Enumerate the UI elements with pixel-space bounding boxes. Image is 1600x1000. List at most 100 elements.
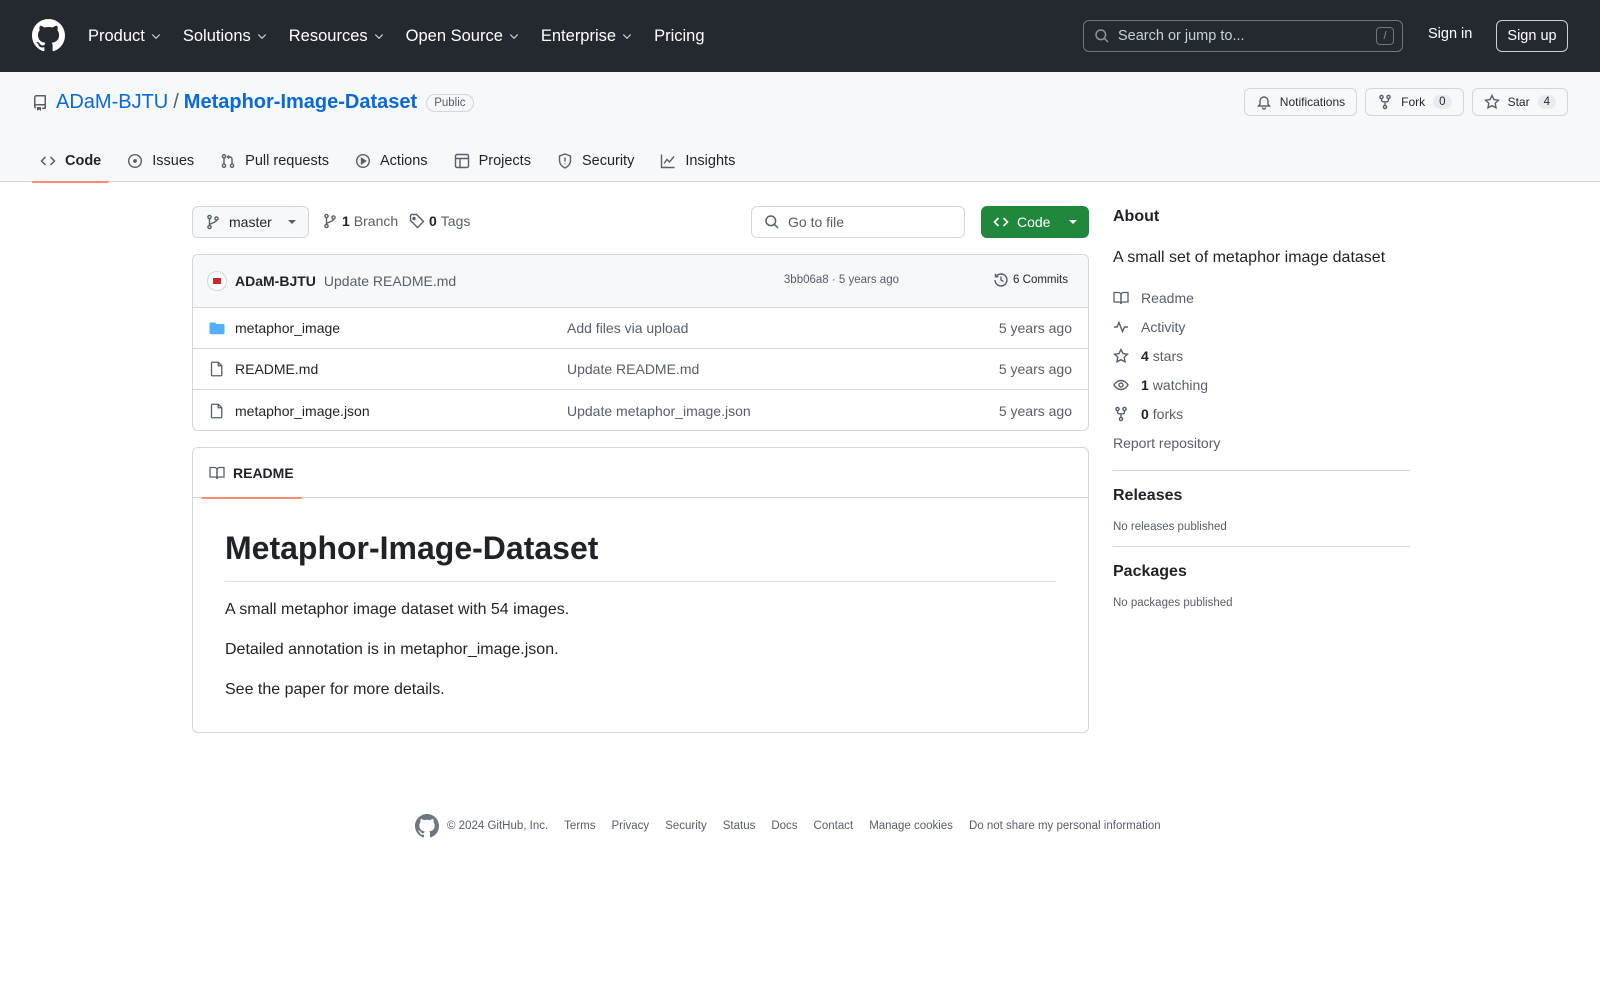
- watching-link[interactable]: 1 watching: [1113, 370, 1410, 399]
- repo-breadcrumb: ADaM-BJTU / Metaphor-Image-Dataset Publi…: [56, 91, 474, 114]
- github-logo-icon[interactable]: [415, 814, 439, 838]
- file-name-link[interactable]: metaphor_image.json: [235, 403, 567, 419]
- folder-icon: [209, 322, 225, 335]
- tab-insights[interactable]: Insights: [652, 140, 743, 182]
- fork-button[interactable]: Fork 0: [1365, 88, 1464, 116]
- nav-solutions[interactable]: Solutions: [183, 27, 268, 46]
- sign-up-button[interactable]: Sign up: [1496, 20, 1568, 52]
- readme-panel: README Metaphor-Image-Dataset A small me…: [192, 447, 1089, 733]
- repo-name-link[interactable]: Metaphor-Image-Dataset: [184, 91, 417, 114]
- avatar[interactable]: [207, 271, 227, 291]
- file-date: 5 years ago: [998, 402, 1072, 419]
- commits-history-link[interactable]: 6 Commits: [993, 272, 1068, 288]
- nav-product[interactable]: Product: [88, 27, 162, 46]
- readme-link[interactable]: Readme: [1113, 283, 1410, 312]
- releases-heading[interactable]: Releases: [1113, 487, 1410, 505]
- star-icon: [1483, 94, 1500, 110]
- footer-link-terms[interactable]: Terms: [564, 820, 595, 832]
- activity-link[interactable]: Activity: [1113, 312, 1410, 341]
- table-row: metaphor_image Add files via upload 5 ye…: [193, 308, 1088, 349]
- file-commit-message[interactable]: Update metaphor_image.json: [567, 403, 751, 419]
- tab-projects[interactable]: Projects: [446, 140, 539, 182]
- branch-icon: [207, 214, 219, 230]
- search-icon: [1095, 29, 1109, 43]
- footer-link-contact[interactable]: Contact: [814, 820, 854, 832]
- tag-count: 0: [429, 213, 437, 229]
- branch-count: 1: [342, 213, 350, 229]
- commit-author-link[interactable]: ADaM-BJTU: [235, 273, 316, 289]
- eye-icon: [1113, 379, 1129, 390]
- repo-actions: Notifications Fork 0 Star 4: [1236, 88, 1568, 116]
- readme-content: Metaphor-Image-Dataset A small metaphor …: [193, 498, 1088, 702]
- chevron-down-icon: [622, 34, 632, 40]
- file-commit-message[interactable]: Update README.md: [567, 361, 699, 377]
- branch-selector[interactable]: master: [192, 206, 309, 238]
- chevron-down-icon: [509, 34, 519, 40]
- shield-icon: [558, 153, 572, 169]
- graph-icon: [661, 154, 675, 169]
- fork-count: 0: [1433, 95, 1452, 109]
- breadcrumb-separator: /: [173, 91, 179, 113]
- readme-paragraph: Detailed annotation is in metaphor_image…: [225, 641, 559, 658]
- go-to-file-input[interactable]: Go to file: [751, 206, 965, 238]
- branches-link[interactable]: 1 Branch: [322, 213, 398, 229]
- repo-owner-link[interactable]: ADaM-BJTU: [56, 91, 168, 114]
- nav-resources[interactable]: Resources: [289, 27, 385, 46]
- caret-down-icon: [288, 220, 296, 224]
- commit-hash-time[interactable]: 3bb06a8 · 5 years ago: [784, 274, 899, 286]
- repo-tabs: Code Issues Pull requests Actions Projec…: [32, 140, 753, 183]
- code-icon: [993, 217, 1009, 227]
- tag-label: Tags: [440, 213, 471, 229]
- file-name-link[interactable]: metaphor_image: [235, 320, 567, 336]
- search-icon: [765, 215, 779, 229]
- footer-link-status[interactable]: Status: [723, 820, 756, 832]
- global-search-input[interactable]: Search or jump to... /: [1083, 20, 1403, 52]
- search-placeholder: Search or jump to...: [1118, 28, 1245, 44]
- github-logo-icon[interactable]: [32, 19, 65, 52]
- commit-message-link[interactable]: Update README.md: [324, 273, 456, 289]
- divider: [1113, 546, 1410, 547]
- issue-icon: [128, 153, 143, 169]
- readme-tab[interactable]: README: [201, 448, 302, 499]
- footer-link-manage-cookies[interactable]: Manage cookies: [869, 820, 953, 832]
- star-button[interactable]: Star 4: [1471, 88, 1568, 116]
- tab-pull-requests[interactable]: Pull requests: [212, 140, 337, 182]
- about-description: A small set of metaphor image dataset: [1113, 249, 1386, 266]
- repo-sidebar: About A small set of metaphor image data…: [1113, 208, 1410, 609]
- nav-open-source[interactable]: Open Source: [406, 27, 520, 46]
- code-dropdown-button[interactable]: Code: [981, 206, 1089, 238]
- star-count: 4: [1537, 95, 1556, 109]
- tab-security[interactable]: Security: [549, 140, 642, 182]
- footer-link-privacy[interactable]: Privacy: [611, 820, 649, 832]
- fork-icon: [1379, 94, 1391, 110]
- nav-enterprise[interactable]: Enterprise: [541, 27, 633, 46]
- file-commit-message[interactable]: Add files via upload: [567, 320, 688, 336]
- tab-code[interactable]: Code: [32, 140, 110, 183]
- forks-link[interactable]: 0 forks: [1113, 399, 1410, 428]
- chevron-down-icon: [151, 34, 161, 40]
- packages-empty-text: No packages published: [1113, 597, 1233, 609]
- nav-pricing[interactable]: Pricing: [654, 27, 704, 46]
- stars-link[interactable]: 4 stars: [1113, 341, 1410, 370]
- star-label: Star: [1507, 95, 1530, 109]
- report-repository-link[interactable]: Report repository: [1113, 428, 1410, 457]
- tab-issues[interactable]: Issues: [119, 140, 202, 182]
- readme-title: Metaphor-Image-Dataset: [225, 530, 1056, 582]
- pulse-icon: [1114, 320, 1128, 333]
- code-icon: [40, 156, 56, 166]
- book-icon: [209, 466, 225, 479]
- tags-link[interactable]: 0 Tags: [409, 213, 470, 229]
- footer-link-docs[interactable]: Docs: [771, 820, 797, 832]
- divider: [1113, 470, 1410, 471]
- table-icon: [454, 153, 469, 169]
- packages-heading[interactable]: Packages: [1113, 563, 1410, 581]
- forks-count: 0: [1141, 405, 1149, 422]
- notifications-button[interactable]: Notifications: [1243, 88, 1358, 116]
- footer-link-do-not-share[interactable]: Do not share my personal information: [969, 820, 1161, 832]
- tab-actions[interactable]: Actions: [347, 140, 436, 182]
- latest-commit-bar: ADaM-BJTU Update README.md 3bb06a8 · 5 y…: [193, 255, 1088, 308]
- footer-link-security[interactable]: Security: [665, 820, 707, 832]
- file-name-link[interactable]: README.md: [235, 361, 567, 377]
- search-shortcut-key: /: [1376, 27, 1394, 45]
- sign-in-link[interactable]: Sign in: [1428, 26, 1472, 42]
